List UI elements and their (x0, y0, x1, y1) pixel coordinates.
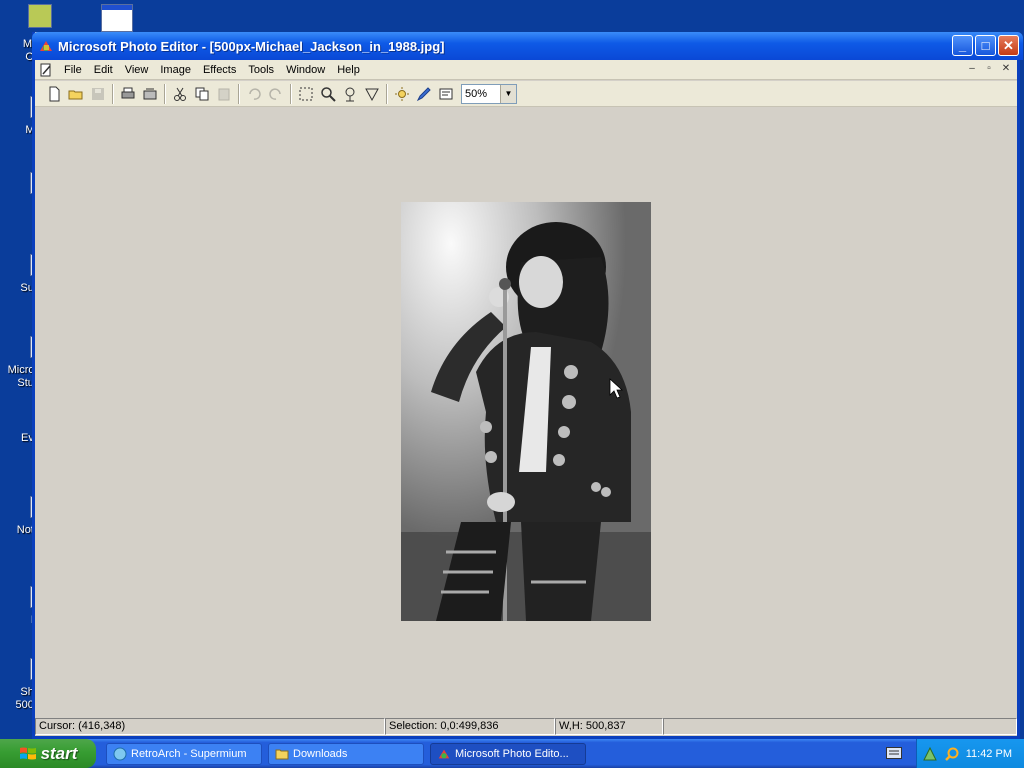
maximize-icon: □ (981, 38, 990, 53)
properties-icon (439, 88, 453, 99)
photo-editor-window: Microsoft Photo Editor - [500px-Michael_… (32, 32, 1023, 739)
document-icon[interactable] (38, 62, 54, 78)
printer-icon (121, 87, 135, 98)
taskbar: start RetroArch - Supermium Downloads Mi… (0, 739, 1024, 768)
sun-icon (395, 86, 409, 101)
redo-icon (269, 87, 281, 100)
task-downloads[interactable]: Downloads (268, 742, 424, 765)
magnifier-icon (321, 86, 336, 102)
select-tool[interactable] (295, 83, 317, 105)
properties-tool[interactable] (435, 83, 457, 105)
paste-button[interactable] (213, 83, 235, 105)
desktop-icon-outlook[interactable] (26, 4, 52, 32)
photo-editor-app-icon (437, 747, 451, 761)
network-icon[interactable] (922, 746, 938, 762)
sharpen-icon (365, 88, 379, 101)
new-button[interactable] (43, 83, 65, 105)
print-button[interactable] (117, 83, 139, 105)
doc-close-button[interactable]: ✕ (999, 62, 1013, 76)
toolbar: 50% ▼ (35, 81, 1017, 107)
menu-help[interactable]: Help (331, 64, 366, 76)
search-icon[interactable] (944, 746, 960, 762)
photo-editor-app-icon (38, 38, 54, 54)
copy-button[interactable] (191, 83, 213, 105)
start-label: start (40, 743, 78, 763)
start-button[interactable]: start (0, 739, 96, 768)
save-button[interactable] (87, 83, 109, 105)
menu-bar: File Edit View Image Effects Tools Windo… (35, 60, 1017, 80)
sharpen-tool[interactable] (361, 83, 383, 105)
scanner-icon (143, 88, 157, 99)
keyboard-icon[interactable] (886, 747, 902, 759)
new-file-icon (49, 86, 60, 101)
menu-image[interactable]: Image (154, 64, 197, 76)
scan-button[interactable] (139, 83, 161, 105)
title-bar[interactable]: Microsoft Photo Editor - [500px-Michael_… (32, 32, 1023, 60)
effects-tool[interactable] (391, 83, 413, 105)
zoom-tool[interactable] (317, 83, 339, 105)
doc-restore-button[interactable]: ▫ (982, 62, 996, 76)
zoom-value: 50% (465, 87, 488, 100)
menu-window[interactable]: Window (280, 64, 331, 76)
status-bar: Cursor: (416,348) Selection: 0,0:499,836… (35, 718, 1017, 736)
status-size: W,H: 500,837 (555, 718, 663, 735)
open-folder-icon (68, 90, 83, 99)
zoom-select[interactable]: 50% ▼ (461, 83, 517, 104)
redo-button[interactable] (265, 83, 287, 105)
status-selection: Selection: 0,0:499,836 (385, 718, 555, 735)
copy-icon (195, 87, 209, 100)
close-button[interactable]: ✕ (998, 35, 1019, 56)
image-workspace[interactable] (35, 108, 1017, 717)
close-icon: ✕ (1003, 37, 1014, 53)
chevron-down-icon[interactable]: ▼ (500, 84, 516, 103)
system-tray: 11:42 PM (916, 739, 1024, 768)
performer-photo (401, 202, 651, 621)
minimize-button[interactable]: _ (952, 35, 973, 56)
pencil-icon (416, 86, 431, 101)
photo-canvas[interactable] (401, 202, 651, 621)
outlook-icon (28, 4, 52, 28)
touchup-tool[interactable] (413, 83, 435, 105)
smudge-icon (345, 87, 355, 101)
browser-icon (113, 747, 127, 761)
save-disk-icon (92, 87, 104, 100)
marquee-select-icon (299, 87, 313, 100)
smudge-tool[interactable] (339, 83, 361, 105)
menu-view[interactable]: View (119, 64, 155, 76)
folder-icon (275, 747, 289, 761)
scissors-icon (174, 87, 186, 101)
desktop-shortcut-icon[interactable] (101, 4, 133, 32)
menu-edit[interactable]: Edit (88, 64, 119, 76)
doc-minimize-button[interactable]: – (965, 62, 979, 76)
clock[interactable]: 11:42 PM (966, 748, 1012, 760)
minimize-icon: _ (958, 38, 967, 53)
menu-effects[interactable]: Effects (197, 64, 242, 76)
menu-tools[interactable]: Tools (242, 64, 280, 76)
maximize-button[interactable]: □ (975, 35, 996, 56)
status-cursor: Cursor: (416,348) (35, 718, 385, 735)
task-retroarch[interactable]: RetroArch - Supermium (106, 742, 262, 765)
cut-button[interactable] (169, 83, 191, 105)
open-button[interactable] (65, 83, 87, 105)
undo-button[interactable] (243, 83, 265, 105)
task-photo-editor[interactable]: Microsoft Photo Edito... (430, 742, 586, 765)
window-title: Microsoft Photo Editor - [500px-Michael_… (58, 38, 445, 54)
windows-logo-icon (19, 747, 36, 759)
paste-icon (218, 88, 230, 100)
undo-icon (249, 87, 261, 100)
menu-file[interactable]: File (58, 64, 88, 76)
